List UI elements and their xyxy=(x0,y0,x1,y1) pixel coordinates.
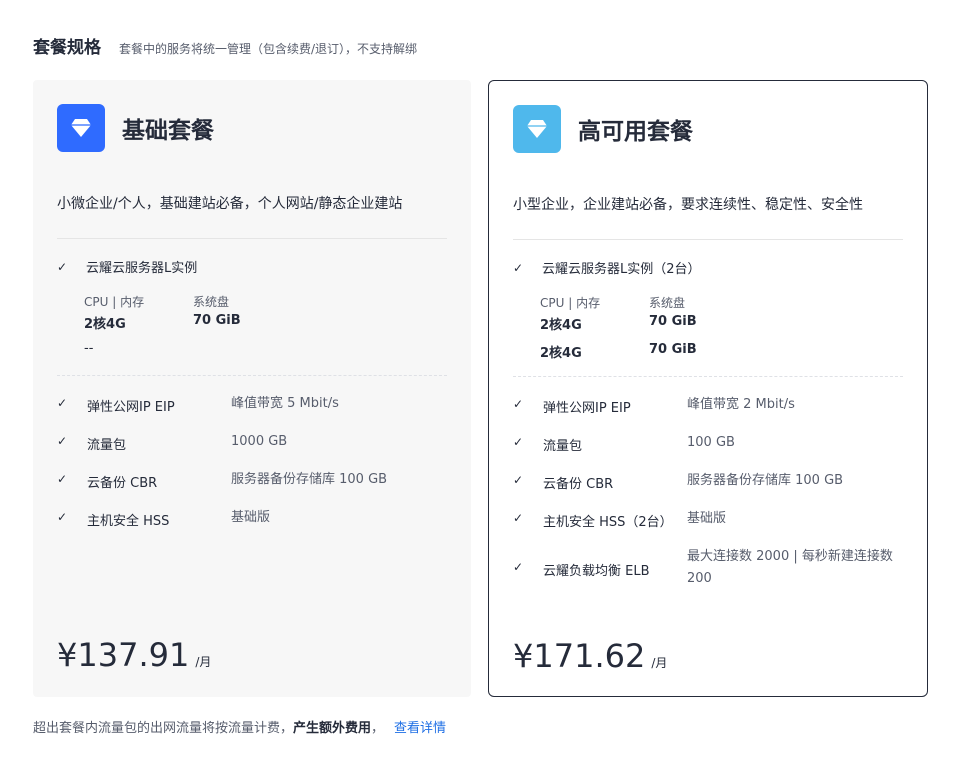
feature-value: 1000 GB xyxy=(231,434,288,449)
section-header: 套餐规格 套餐中的服务将统一管理（包含续费/退订），不支持解绑 xyxy=(33,33,417,58)
price: ¥171.62 /月 xyxy=(513,637,667,675)
spec-header-cpu: CPU | 内存 xyxy=(84,295,145,309)
divider xyxy=(57,238,447,239)
feature-elb: ✓ 云耀负载均衡 ELB 最大连接数 2000 | 每秒新建连接数 200 xyxy=(513,549,907,590)
instance-row: ✓ 云耀云服务器L实例 xyxy=(57,257,198,277)
feature-value: 最大连接数 2000 | 每秒新建连接数 200 xyxy=(687,549,893,586)
footer-strong: 产生额外费用 xyxy=(293,721,372,736)
footer-comma: ， xyxy=(371,721,385,736)
price: ¥137.91 /月 xyxy=(57,636,211,674)
feature-name: 流量包 xyxy=(543,439,583,454)
feature-cbr: ✓ 云备份 CBR 服务器备份存储库 100 GB xyxy=(57,472,451,491)
feature-value: 服务器备份存储库 100 GB xyxy=(231,472,388,487)
dashed-divider xyxy=(513,376,903,377)
feature-value: 基础版 xyxy=(687,511,727,526)
feature-name: 云耀负载均衡 ELB xyxy=(543,564,650,579)
feature-hss: ✓ 主机安全 HSS 基础版 xyxy=(57,510,451,529)
plan-header: 基础套餐 xyxy=(57,104,214,152)
section-title: 套餐规格 xyxy=(33,38,101,58)
instance-label: 云耀云服务器L实例（2台） xyxy=(542,262,701,277)
feature-name: 主机安全 HSS xyxy=(87,514,170,529)
feature-eip: ✓ 弹性公网IP EIP 峰值带宽 2 Mbit/s xyxy=(513,397,907,416)
spec-cpu: 2核4G xyxy=(540,346,582,361)
check-icon: ✓ xyxy=(513,397,524,411)
price-amount: ¥137.91 xyxy=(57,636,190,674)
spec-header-disk: 系统盘 xyxy=(193,295,230,309)
spec-row: 2核4G 70 GiB xyxy=(84,313,241,332)
check-icon: ✓ xyxy=(57,259,68,274)
section-description: 套餐中的服务将统一管理（包含续费/退订），不支持解绑 xyxy=(119,42,418,56)
feature-name: 云备份 CBR xyxy=(543,477,614,492)
price-unit: /月 xyxy=(651,656,668,670)
plan-description: 小型企业，企业建站必备，要求连续性、稳定性、安全性 xyxy=(513,197,863,213)
feature-value: 峰值带宽 2 Mbit/s xyxy=(687,397,795,412)
plan-description: 小微企业/个人，基础建站必备，个人网站/静态企业建站 xyxy=(57,196,403,212)
feature-name: 云备份 CBR xyxy=(87,476,158,491)
spec-disk: 70 GiB xyxy=(649,342,697,357)
spec-disk: 70 GiB xyxy=(649,314,697,329)
feature-value: 峰值带宽 5 Mbit/s xyxy=(231,396,339,411)
feature-traffic: ✓ 流量包 100 GB xyxy=(513,435,907,454)
plan-card-high-availability[interactable]: 高可用套餐 小型企业，企业建站必备，要求连续性、稳定性、安全性 ✓ 云耀云服务器… xyxy=(488,80,928,697)
feature-name: 主机安全 HSS（2台） xyxy=(543,515,673,530)
footer-text: 超出套餐内流量包的出网流量将按流量计费， xyxy=(33,721,294,736)
plan-header: 高可用套餐 xyxy=(513,105,693,153)
plan-card-basic[interactable]: 基础套餐 小微企业/个人，基础建站必备，个人网站/静态企业建站 ✓ 云耀云服务器… xyxy=(33,80,471,697)
footer-note: 超出套餐内流量包的出网流量将按流量计费，产生额外费用， 查看详情 xyxy=(33,717,446,736)
check-icon: ✓ xyxy=(513,435,524,449)
price-unit: /月 xyxy=(195,655,212,669)
check-icon: ✓ xyxy=(57,434,68,448)
spec-cpu: 2核4G xyxy=(540,318,582,333)
feature-value: 基础版 xyxy=(231,510,271,525)
diamond-icon xyxy=(57,104,105,152)
details-link[interactable]: 查看详情 xyxy=(394,721,446,736)
feature-traffic: ✓ 流量包 1000 GB xyxy=(57,434,451,453)
feature-name: 弹性公网IP EIP xyxy=(87,400,175,415)
price-amount: ¥171.62 xyxy=(513,637,646,675)
feature-value: 100 GB xyxy=(687,435,735,450)
spec-header: CPU | 内存 系统盘 xyxy=(540,294,685,311)
diamond-icon xyxy=(513,105,561,153)
spec-header-disk: 系统盘 xyxy=(649,296,686,310)
feature-hss: ✓ 主机安全 HSS（2台） 基础版 xyxy=(513,511,907,530)
feature-eip: ✓ 弹性公网IP EIP 峰值带宽 5 Mbit/s xyxy=(57,396,451,415)
spec-header: CPU | 内存 系统盘 xyxy=(84,293,229,310)
check-icon: ✓ xyxy=(57,510,68,524)
check-icon: ✓ xyxy=(513,473,524,487)
dashed-divider xyxy=(57,375,447,376)
feature-name: 弹性公网IP EIP xyxy=(543,401,631,416)
feature-name: 流量包 xyxy=(87,438,127,453)
spec-cpu: 2核4G xyxy=(84,317,126,332)
spec-row: 2核4G 70 GiB xyxy=(540,342,697,361)
spec-header-cpu: CPU | 内存 xyxy=(540,296,601,310)
spec-extra: -- xyxy=(84,341,94,356)
check-icon: ✓ xyxy=(513,560,524,574)
feature-value: 服务器备份存储库 100 GB xyxy=(687,473,844,488)
instance-label: 云耀云服务器L实例 xyxy=(86,261,198,276)
check-icon: ✓ xyxy=(57,396,68,410)
check-icon: ✓ xyxy=(57,472,68,486)
spec-disk: 70 GiB xyxy=(193,313,241,328)
check-icon: ✓ xyxy=(513,511,524,525)
plan-name: 基础套餐 xyxy=(122,118,214,144)
check-icon: ✓ xyxy=(513,260,524,275)
feature-cbr: ✓ 云备份 CBR 服务器备份存储库 100 GB xyxy=(513,473,907,492)
spec-row: 2核4G 70 GiB xyxy=(540,314,697,333)
divider xyxy=(513,239,903,240)
plan-name: 高可用套餐 xyxy=(578,119,693,145)
instance-row: ✓ 云耀云服务器L实例（2台） xyxy=(513,258,701,278)
